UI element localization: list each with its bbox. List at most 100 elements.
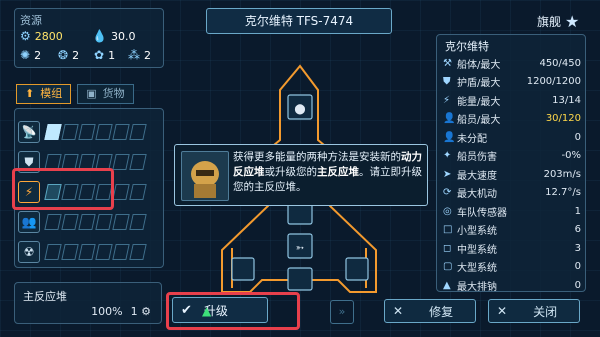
stat-value: 1 xyxy=(574,205,581,217)
module-slot[interactable] xyxy=(78,214,96,230)
advisor-message: 获得更多能量的两种方法是安装新的动力反应堆或升级您的主反应堆。请立即升级您的主反… xyxy=(233,150,423,195)
robot-avatar-icon xyxy=(191,161,219,198)
module-row[interactable]: 👥 xyxy=(18,210,147,234)
satellite-icon[interactable]: 📡 xyxy=(18,121,40,143)
stat-label: 最大速度 xyxy=(457,170,497,182)
main-reactor-title: 主反应堆 xyxy=(23,290,67,303)
element-icon-2: ❂ xyxy=(58,48,69,62)
module-slot[interactable] xyxy=(61,124,79,140)
module-slot[interactable] xyxy=(112,184,130,200)
stats-title: 克尔维特 xyxy=(445,40,489,53)
module-slot[interactable] xyxy=(112,244,130,260)
stat-label: 小型系统 xyxy=(457,226,497,237)
stat-value: 30/120 xyxy=(545,113,581,124)
module-slot[interactable] xyxy=(78,244,96,260)
credits-icon: ⚙ xyxy=(20,29,31,43)
displacement-icon: ▲ xyxy=(443,279,451,291)
water-row: 💧 30.0 xyxy=(92,29,135,43)
module-slot[interactable] xyxy=(95,214,113,230)
flagship-label: 旗舰 xyxy=(537,15,562,29)
module-slot[interactable] xyxy=(129,184,147,200)
stat-value: 0 xyxy=(574,131,581,143)
hull-icon: ⚒ xyxy=(443,57,452,69)
stat-value: 12.7°/s xyxy=(545,187,581,198)
msg-part-2: 或升级您的 xyxy=(264,166,318,178)
module-slot[interactable] xyxy=(112,214,130,230)
repair-button[interactable]: ✕ 修复 xyxy=(384,299,476,323)
star-icon: ★ xyxy=(565,12,580,31)
stat-label: 船体/最大 xyxy=(457,59,501,71)
stat-value: 450/450 xyxy=(539,57,581,69)
cargo-box-icon: ▣ xyxy=(86,87,97,100)
resource-count-1: ✺ 2 xyxy=(20,48,41,62)
stat-label: 船员/最大 xyxy=(457,115,501,126)
stat-row: ▲ 最大排钠 0 xyxy=(443,277,581,293)
medium-system-icon: ◻ xyxy=(443,242,452,254)
repair-label: 修复 xyxy=(429,304,454,319)
module-slots xyxy=(44,214,147,230)
crew-damage-icon: ✦ xyxy=(443,150,452,161)
wrench-icon: ✕ xyxy=(393,304,404,318)
tab-modules-label: 模组 xyxy=(40,87,63,100)
close-icon: ✕ xyxy=(497,304,508,318)
stat-row: ⟳ 最大机动 12.7°/s xyxy=(443,185,581,201)
unassigned-icon: 👤 xyxy=(443,131,456,143)
sensor-icon: ◎ xyxy=(443,205,452,217)
stat-row: ➤ 最大速度 203m/s xyxy=(443,166,581,182)
stat-label: 最大机动 xyxy=(457,189,497,200)
shield-icon: ⛊ xyxy=(443,76,451,87)
tab-cargo[interactable]: ▣ 货物 xyxy=(77,84,134,104)
module-slot[interactable] xyxy=(112,154,130,170)
ship-name-title: 克尔维特 TFS-7474 xyxy=(206,8,392,34)
module-slot[interactable] xyxy=(129,124,147,140)
close-label: 关闭 xyxy=(533,304,558,319)
module-slot[interactable] xyxy=(78,124,96,140)
module-slots xyxy=(44,124,147,140)
crew-icon: 👤 xyxy=(443,113,456,124)
main-reactor-panel[interactable]: 主反应堆 100% 1 ⚙ xyxy=(14,282,162,324)
module-row[interactable]: ☢ xyxy=(18,240,147,264)
advisor-tooltip: 获得更多能量的两种方法是安装新的动力反应堆或升级您的主反应堆。请立即升级您的主反… xyxy=(174,144,428,206)
stat-row: ◻ 中型系统 3 xyxy=(443,240,581,256)
stat-row: 👤 未分配 0 xyxy=(443,129,581,145)
stat-row: ⚡ 能量/最大 13/14 xyxy=(443,92,581,108)
count-3: 1 xyxy=(108,48,116,62)
stat-row: ▢ 大型系统 0 xyxy=(443,259,581,275)
module-slot[interactable] xyxy=(61,244,79,260)
large-system-icon: ▢ xyxy=(443,261,453,272)
module-row[interactable]: 📡 xyxy=(18,120,147,144)
flagship-indicator[interactable]: 旗舰 ★ xyxy=(537,12,579,31)
resource-count-3: ✿ 1 xyxy=(94,48,115,62)
ship-stats-panel: 克尔维特 ⚒ 船体/最大 450/450 ⛊ 护盾/最大 1200/1200 ⚡ 能量/最大 1… xyxy=(436,34,586,293)
module-slot[interactable] xyxy=(129,214,147,230)
count-2: 2 xyxy=(72,48,80,62)
module-slot[interactable] xyxy=(112,124,130,140)
nav-forward-icon[interactable]: » xyxy=(330,300,354,324)
tab-modules[interactable]: ⬆ 模组 xyxy=(16,84,72,104)
radiation-icon[interactable]: ☢ xyxy=(18,241,40,263)
module-slot[interactable] xyxy=(44,214,62,230)
water-value: 30.0 xyxy=(110,29,136,43)
module-slot[interactable] xyxy=(44,244,62,260)
module-slot[interactable] xyxy=(61,214,79,230)
module-slot[interactable] xyxy=(44,124,62,140)
stat-row: ✦ 船员伤害 -0% xyxy=(443,148,581,164)
advisor-portrait xyxy=(181,151,229,201)
close-button[interactable]: ✕ 关闭 xyxy=(488,299,580,323)
module-slot[interactable] xyxy=(129,244,147,260)
module-slot[interactable] xyxy=(95,124,113,140)
small-system-icon: □ xyxy=(443,224,453,235)
stat-row: □ 小型系统 6 xyxy=(443,222,581,238)
module-slot[interactable] xyxy=(95,244,113,260)
highlight-reactor-module xyxy=(12,168,114,210)
stat-row: 👤 船员/最大 30/120 xyxy=(443,111,581,127)
crew-icon[interactable]: 👥 xyxy=(18,211,40,233)
stat-label: 大型系统 xyxy=(457,263,497,274)
msg-part-1: 获得更多能量的两种方法是安装新的 xyxy=(233,151,401,163)
count-4: 2 xyxy=(144,48,151,62)
module-slot[interactable] xyxy=(129,154,147,170)
highlight-upgrade-button xyxy=(166,292,300,330)
maneuver-icon: ⟳ xyxy=(443,187,452,198)
stat-label: 车队传感器 xyxy=(457,207,507,219)
stat-value: 0 xyxy=(574,279,581,291)
